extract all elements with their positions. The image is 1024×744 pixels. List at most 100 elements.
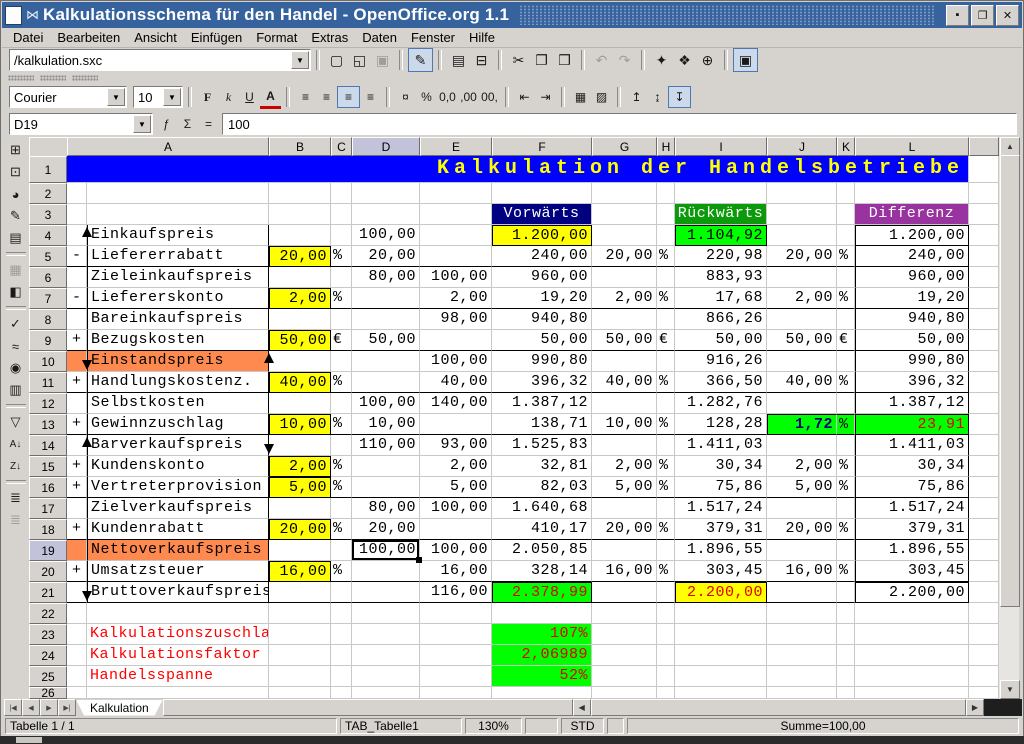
cell-empty[interactable] [969,309,999,330]
cell-K23[interactable] [837,624,855,645]
titlebar[interactable]: ⋈ Kalkulationsschema für den Handel - Op… [2,2,1022,28]
menu-item-8[interactable]: Hilfe [462,29,502,46]
cell-empty[interactable] [969,372,999,393]
cell-label-14[interactable]: Barverkaufspreis [87,435,269,456]
function-button[interactable]: = [198,114,219,134]
h-scroll-right-icon[interactable]: ▶ [966,699,984,716]
cell-H10[interactable] [657,351,675,372]
cell-L17[interactable]: 1.517,24 [855,498,969,519]
row-header-8[interactable]: 8 [29,309,67,330]
menu-item-4[interactable]: Format [249,29,304,46]
vertical-scrollbar-thumb[interactable] [1000,155,1020,607]
cell-D11[interactable] [352,372,420,393]
cell-E11[interactable]: 40,00 [420,372,492,393]
cell-H11[interactable]: % [657,372,675,393]
cell-E9[interactable] [420,330,492,351]
background-color-button[interactable]: ▨ [591,87,612,107]
column-header-A[interactable]: A [67,137,269,156]
cell-K3[interactable] [837,204,855,225]
tab-kalkulation[interactable]: Kalkulation [76,700,163,716]
cell-C21[interactable] [331,582,352,603]
cell-H21[interactable] [657,582,675,603]
cell-H16[interactable]: % [657,477,675,498]
cell-empty[interactable] [969,498,999,519]
new-document-button[interactable]: ▢ [325,49,348,71]
cell-L4[interactable]: 1.200,00 [855,225,969,246]
cell-I12[interactable]: 1.282,76 [675,393,767,414]
cell-K9[interactable]: € [837,330,855,351]
cell-J15[interactable]: 2,00 [767,456,837,477]
sheet-title-cell[interactable]: Kalkulation der Handelsbetriebe [67,156,969,183]
scroll-down-icon[interactable]: ▼ [1000,680,1020,699]
menu-item-3[interactable]: Einfügen [184,29,249,46]
cell-empty[interactable] [969,246,999,267]
cell-E21[interactable]: 116,00 [420,582,492,603]
cell-J7[interactable]: 2,00 [767,288,837,309]
cell-F18[interactable]: 410,17 [492,519,592,540]
cell-K17[interactable] [837,498,855,519]
menu-item-5[interactable]: Extras [304,29,355,46]
cell-E23[interactable] [420,624,492,645]
cell-L7[interactable]: 19,20 [855,288,969,309]
cell-F20[interactable]: 328,14 [492,561,592,582]
cell-G12[interactable] [592,393,657,414]
cell-F3[interactable]: Vorwärts [492,204,592,225]
cell-D4[interactable]: 100,00 [352,225,420,246]
cell-B16[interactable]: 5,00 [269,477,331,498]
font-name-combobox[interactable]: Courier ▼ [9,86,127,108]
cell-E13[interactable] [420,414,492,435]
cell-K4[interactable] [837,225,855,246]
next-sheet-button[interactable]: ▶ [40,699,58,716]
cell-C24[interactable] [331,645,352,666]
cell-F7[interactable]: 19,20 [492,288,592,309]
cell-K22[interactable] [837,603,855,624]
cell-D5[interactable]: 20,00 [352,246,420,267]
cell-label-24[interactable]: Kalkulationsfaktor [87,645,269,666]
cell-I20[interactable]: 303,45 [675,561,767,582]
cell-H7[interactable]: % [657,288,675,309]
add-decimal-button[interactable]: ,00 [458,87,479,107]
redo-button[interactable]: ↷ [613,49,636,71]
cell-empty[interactable] [969,414,999,435]
column-header-B[interactable]: B [269,137,331,156]
cell-E17[interactable]: 100,00 [420,498,492,519]
align-middle-button[interactable]: ↨ [647,87,668,107]
cell-D17[interactable]: 80,00 [352,498,420,519]
maximize-button[interactable]: ❐ [971,5,994,26]
cell-L6[interactable]: 960,00 [855,267,969,288]
export-pdf-button[interactable]: ▤ [447,49,470,71]
cell-label-11[interactable]: Handlungskostenz. [87,372,269,393]
cell-E14[interactable]: 93,00 [420,435,492,456]
cell-B9[interactable]: 50,00 [269,330,331,351]
cell-D3[interactable] [352,204,420,225]
cell-K19[interactable] [837,540,855,561]
cell-K10[interactable] [837,351,855,372]
cell-F5[interactable]: 240,00 [492,246,592,267]
cell-label-25[interactable]: Handelsspanne [87,666,269,687]
cell-empty[interactable] [969,183,999,204]
cell-sign-11[interactable]: + [67,372,87,393]
autofilter-button[interactable]: ▽ [4,411,27,433]
cell-sign-17[interactable] [67,498,87,519]
decrease-indent-button[interactable]: ⇤ [514,87,535,107]
cell-sign-16[interactable]: + [67,477,87,498]
cell-E6[interactable]: 100,00 [420,267,492,288]
cell-L20[interactable]: 303,45 [855,561,969,582]
cell-label-17[interactable]: Zielverkaufspreis [87,498,269,519]
cell-empty[interactable] [969,687,999,699]
row-header-26[interactable]: 26 [29,687,67,699]
cell-D18[interactable]: 20,00 [352,519,420,540]
cell-H18[interactable]: % [657,519,675,540]
cell-sign-24[interactable] [67,645,87,666]
cell-L2[interactable] [855,183,969,204]
cell-J6[interactable] [767,267,837,288]
cell-D9[interactable]: 50,00 [352,330,420,351]
cell-I11[interactable]: 366,50 [675,372,767,393]
cell-empty[interactable] [969,666,999,687]
column-header-D[interactable]: D [352,137,420,156]
cell-E19[interactable]: 100,00 [420,540,492,561]
cell-J5[interactable]: 20,00 [767,246,837,267]
cell-J25[interactable] [767,666,837,687]
cell-K12[interactable] [837,393,855,414]
cell-I5[interactable]: 220,98 [675,246,767,267]
